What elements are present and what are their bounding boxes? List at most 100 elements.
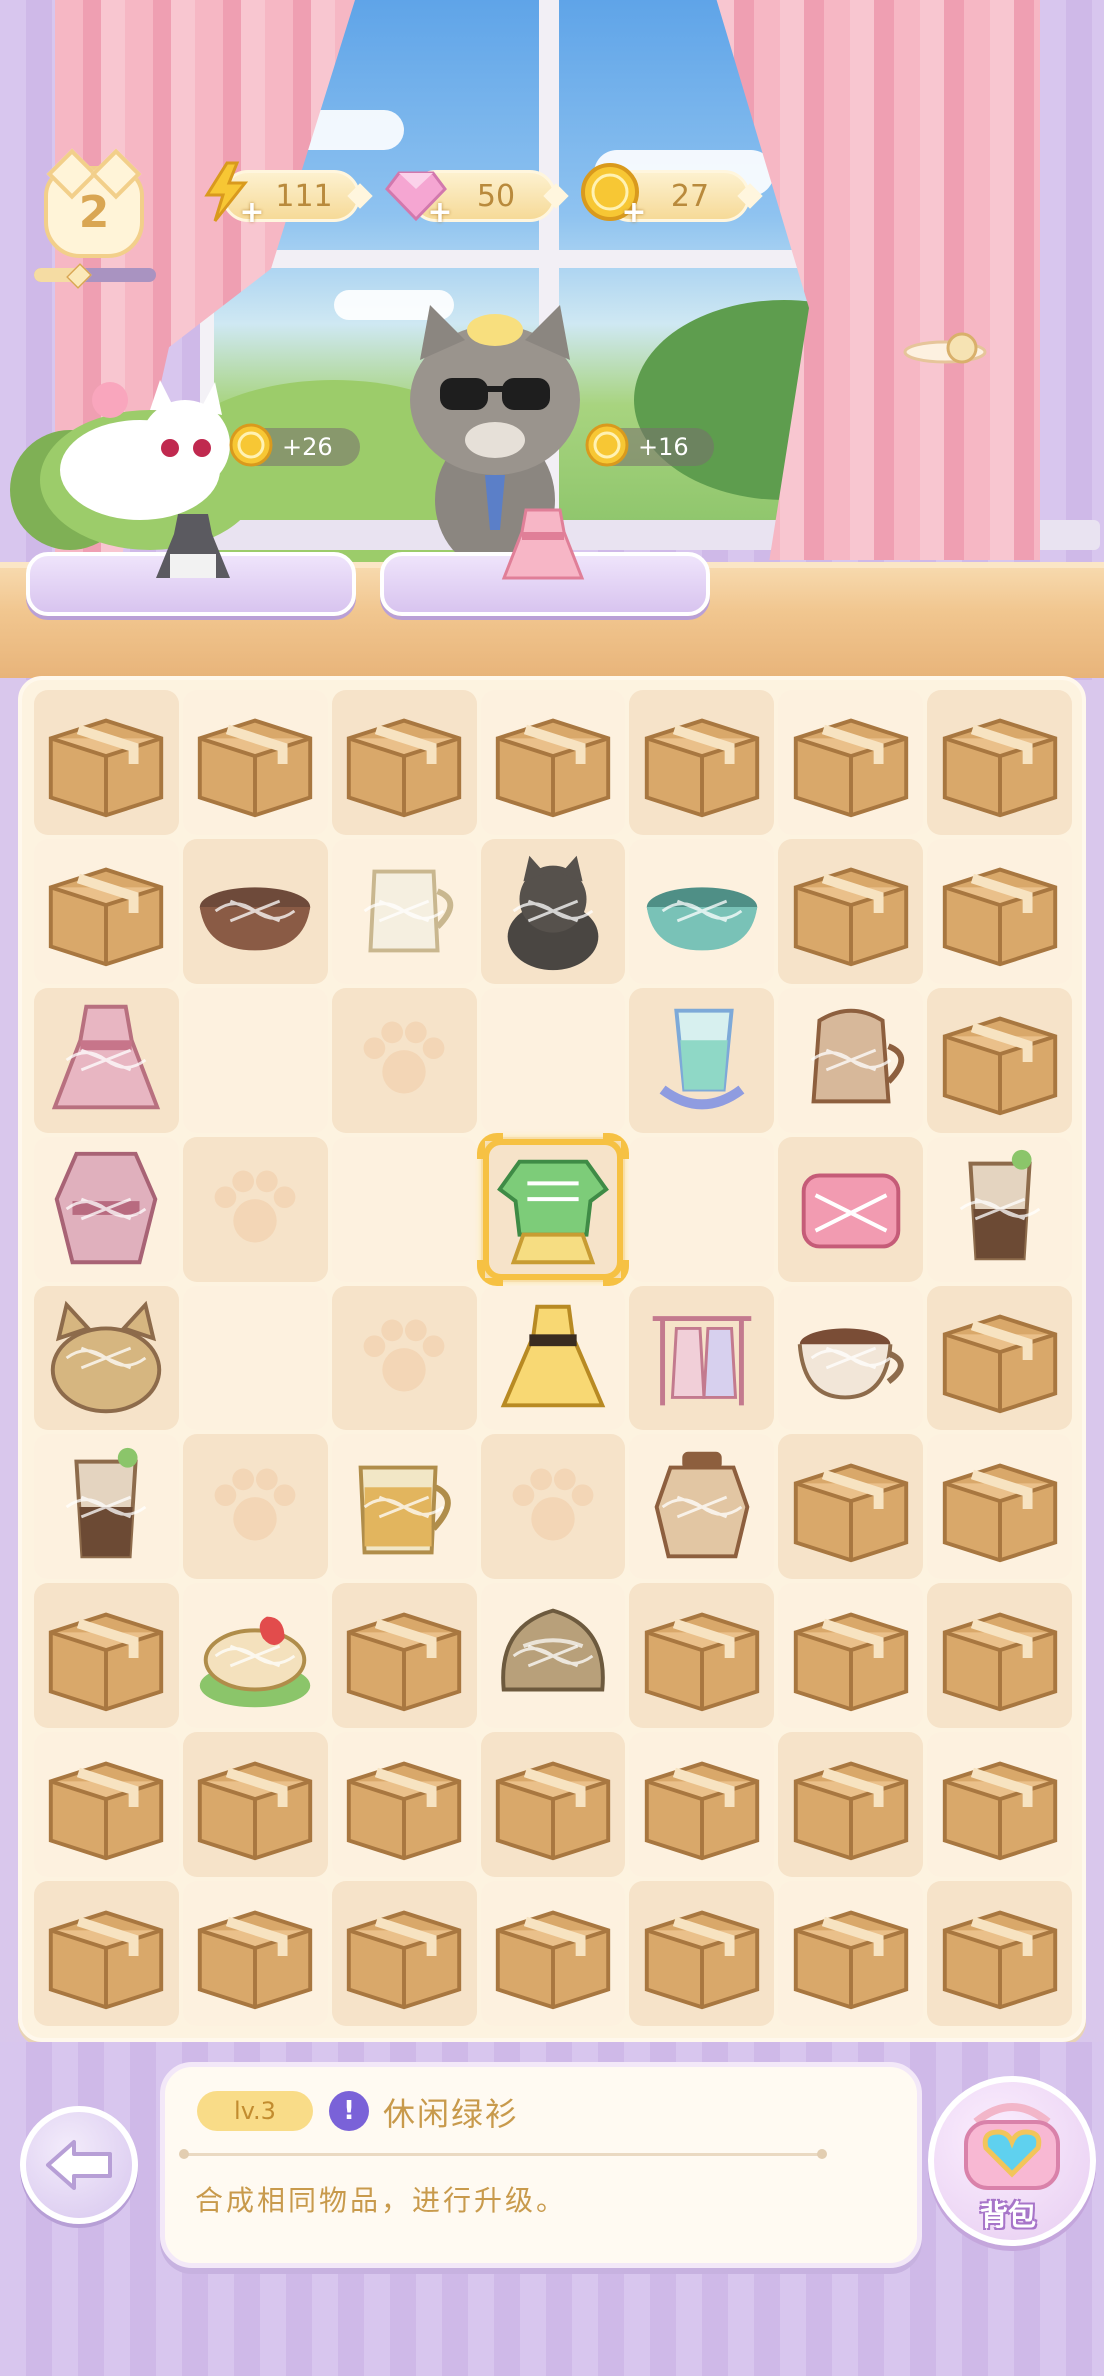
board-cell[interactable] [331, 1285, 477, 1431]
board-cell[interactable] [927, 838, 1072, 984]
box-icon[interactable] [782, 1885, 920, 2023]
water-glass-icon[interactable] [633, 991, 771, 1129]
coffee-cup-icon[interactable] [782, 1289, 920, 1427]
board-cell[interactable] [778, 1732, 924, 1878]
board-cell[interactable] [629, 1881, 775, 2026]
board-cell[interactable] [331, 1881, 477, 2026]
yellow-dress-icon[interactable] [484, 1289, 622, 1427]
gem-counter[interactable]: + 50 [385, 170, 569, 228]
board-cell[interactable] [629, 1434, 775, 1580]
coffee-jug-icon[interactable] [782, 991, 920, 1129]
box-icon[interactable] [37, 693, 175, 831]
board-cell[interactable] [331, 690, 477, 835]
milk-jug-icon[interactable] [335, 842, 473, 980]
box-icon[interactable] [37, 1885, 175, 2023]
board-cell[interactable] [927, 1136, 1072, 1282]
board-cell[interactable] [34, 1285, 179, 1431]
box-icon[interactable] [186, 1736, 324, 1874]
player-avatar[interactable]: 2 [44, 148, 144, 258]
board-cell[interactable] [331, 1583, 477, 1729]
add-energy-icon[interactable]: + [239, 198, 265, 228]
box-icon[interactable] [782, 842, 920, 980]
box-icon[interactable] [484, 1885, 622, 2023]
box-icon[interactable] [335, 1587, 473, 1725]
box-icon[interactable] [782, 1587, 920, 1725]
board-cell[interactable] [927, 1881, 1072, 2026]
box-icon[interactable] [484, 693, 622, 831]
board-cell[interactable] [476, 1132, 630, 1286]
box-icon[interactable] [782, 1438, 920, 1576]
board-cell[interactable] [34, 1136, 179, 1282]
box-icon[interactable] [633, 693, 771, 831]
box-icon[interactable] [37, 1587, 175, 1725]
box-icon[interactable] [931, 1438, 1069, 1576]
box-icon[interactable] [186, 693, 324, 831]
board-cell[interactable] [34, 1583, 179, 1729]
board-cell[interactable] [331, 838, 477, 984]
board-cell[interactable] [629, 1583, 775, 1729]
black-dress-order-icon[interactable] [150, 508, 236, 588]
board-cell[interactable] [182, 1881, 328, 2026]
board-cell[interactable] [927, 690, 1072, 835]
pink-dress-order-icon[interactable] [498, 504, 588, 588]
iced-coffee-icon[interactable] [37, 1438, 175, 1576]
pink-dress-icon[interactable] [37, 991, 175, 1129]
board-cell[interactable] [480, 1732, 626, 1878]
coin-counter[interactable]: + 27 [581, 163, 763, 228]
board-cell[interactable] [182, 1583, 328, 1729]
board-cell[interactable] [778, 838, 924, 984]
box-icon[interactable] [782, 693, 920, 831]
board-cell[interactable] [927, 1583, 1072, 1729]
board-cell[interactable] [629, 987, 775, 1133]
board-cell[interactable] [182, 690, 328, 835]
board-cell[interactable] [480, 690, 626, 835]
energy-counter[interactable]: + 111 [204, 161, 373, 228]
teal-bowl-icon[interactable] [633, 842, 771, 980]
board-cell[interactable] [927, 987, 1072, 1133]
board-cell[interactable] [480, 1434, 626, 1580]
board-cell[interactable] [629, 690, 775, 835]
add-gems-icon[interactable]: + [427, 198, 453, 228]
board-cell[interactable] [182, 1136, 328, 1282]
board-cell[interactable] [629, 1732, 775, 1878]
board-cell[interactable] [331, 1732, 477, 1878]
board-cell[interactable] [182, 987, 328, 1133]
board-cell[interactable] [34, 1434, 179, 1580]
board-cell[interactable] [480, 838, 626, 984]
board-cell[interactable] [182, 1285, 328, 1431]
box-icon[interactable] [931, 1289, 1069, 1427]
back-button[interactable] [20, 2106, 138, 2224]
box-icon[interactable] [484, 1736, 622, 1874]
board-cell[interactable] [331, 1136, 477, 1282]
board-cell[interactable] [182, 1732, 328, 1878]
board-cell[interactable] [331, 1434, 477, 1580]
info-icon[interactable]: ! [329, 2091, 369, 2131]
box-icon[interactable] [633, 1587, 771, 1725]
board-cell[interactable] [778, 1285, 924, 1431]
backpack-button[interactable]: 背包 [928, 2076, 1096, 2246]
green-sweater-icon[interactable] [484, 1140, 622, 1278]
box-icon[interactable] [335, 1736, 473, 1874]
tea-mug-icon[interactable] [335, 1438, 473, 1576]
board-cell[interactable] [34, 987, 179, 1133]
board-cell[interactable] [480, 1881, 626, 2026]
board-cell[interactable] [34, 1732, 179, 1878]
box-icon[interactable] [931, 1885, 1069, 2023]
board-cell[interactable] [480, 1583, 626, 1729]
box-icon[interactable] [931, 842, 1069, 980]
box-icon[interactable] [335, 1885, 473, 2023]
board-cell[interactable] [629, 1285, 775, 1431]
board-cell[interactable] [182, 838, 328, 984]
board-cell[interactable] [927, 1434, 1072, 1580]
board-cell[interactable] [629, 838, 775, 984]
iced-coffee-icon[interactable] [931, 1140, 1069, 1278]
board-cell[interactable] [778, 1881, 924, 2026]
board-cell[interactable] [182, 1434, 328, 1580]
board-cell[interactable] [778, 987, 924, 1133]
board-cell[interactable] [331, 987, 477, 1133]
pink-bag-icon[interactable] [782, 1140, 920, 1278]
strawberry-cake-icon[interactable] [186, 1587, 324, 1725]
box-icon[interactable] [633, 1736, 771, 1874]
board-cell[interactable] [778, 1136, 924, 1282]
box-icon[interactable] [37, 1736, 175, 1874]
